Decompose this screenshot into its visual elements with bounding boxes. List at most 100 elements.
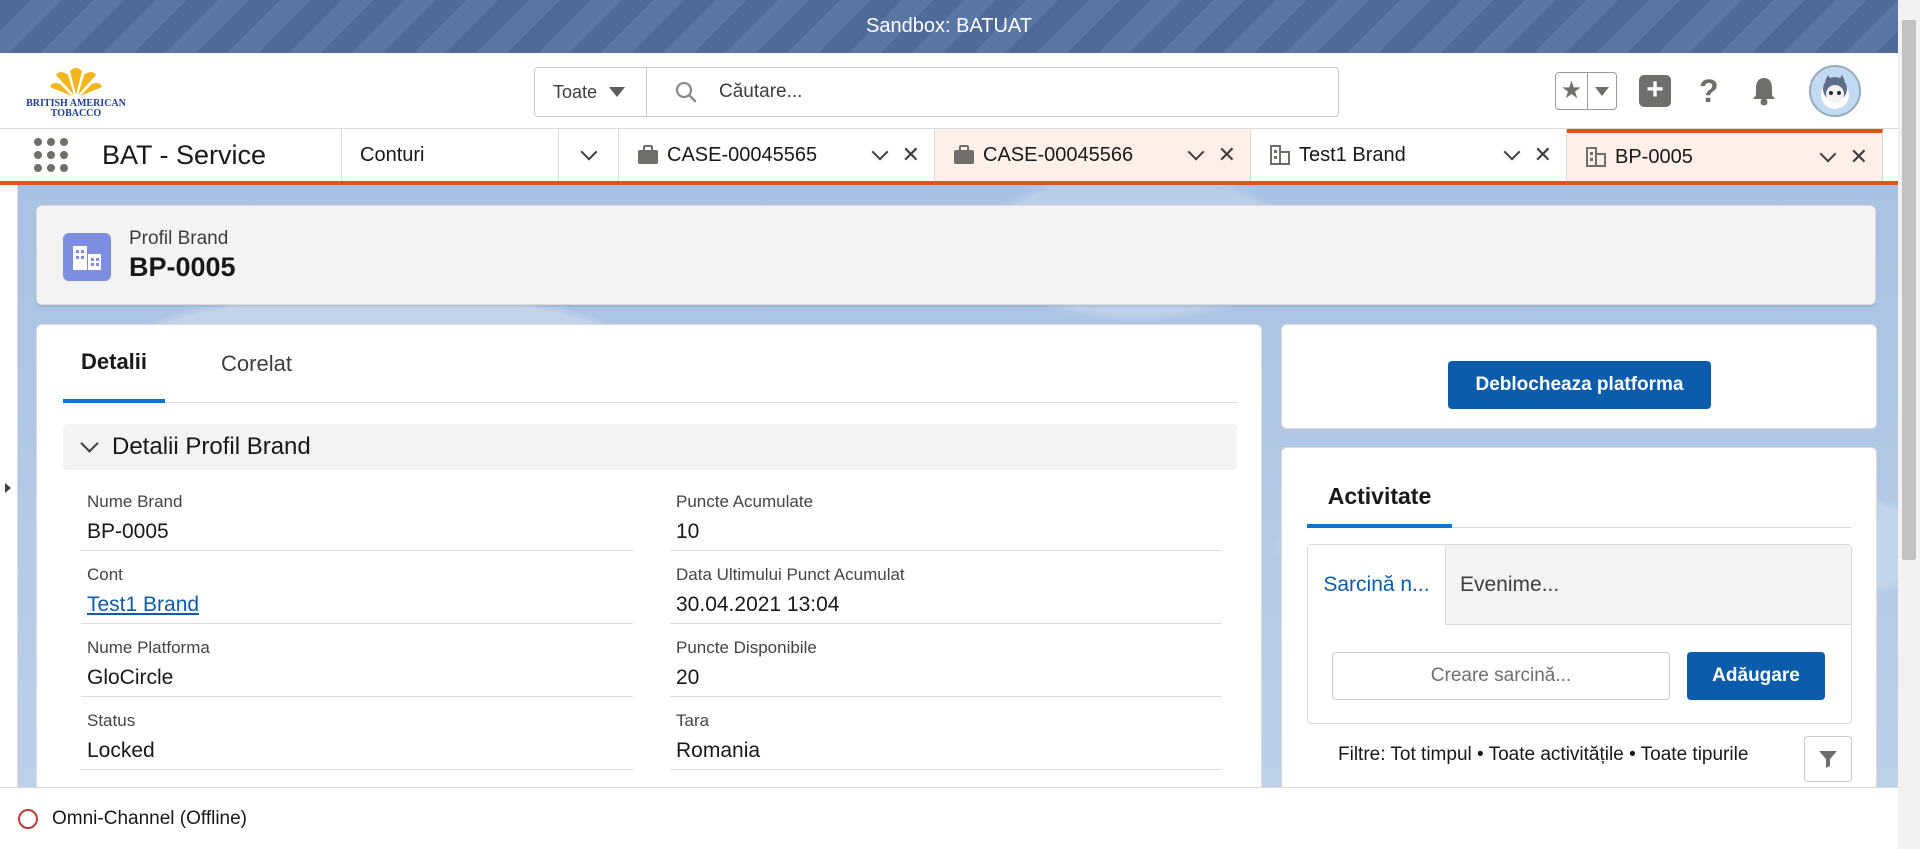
scrollbar-thumb[interactable]	[1902, 20, 1916, 560]
tab-label: CASE-00045566	[983, 143, 1134, 166]
field-cont: Cont Test1 Brand	[81, 552, 633, 624]
field-nume-platforma: Nume Platforma GloCircle	[81, 625, 633, 697]
field-label: Status	[87, 711, 136, 730]
omni-channel-label[interactable]: Omni-Channel (Offline)	[52, 808, 247, 830]
utility-bar: Omni-Channel (Offline)	[0, 787, 1898, 849]
chevron-down-icon[interactable]	[1503, 143, 1521, 161]
create-task-input[interactable]: Creare sarcină...	[1332, 652, 1670, 700]
chevron-down-icon	[580, 143, 597, 161]
offline-status-icon	[18, 808, 38, 829]
field-label: Tara	[676, 711, 710, 730]
page-scrollbar[interactable]	[1898, 0, 1920, 849]
activity-composer: Sarcină n... Evenime... Creare sarcină..…	[1307, 544, 1852, 724]
field-label: Puncte Acumulate	[676, 492, 814, 511]
company-logo[interactable]: BRITISH AMERICAN TOBACCO	[26, 63, 126, 119]
tab-new-task[interactable]: Sarcină n...	[1308, 545, 1446, 625]
brand-profile-icon	[63, 233, 111, 281]
field-label: Nume Platforma	[87, 638, 210, 657]
workspace-tab-test1-brand[interactable]: Test1 Brand ✕	[1251, 129, 1567, 181]
favorites-dropdown[interactable]	[1588, 86, 1616, 96]
chevron-down-icon[interactable]	[1819, 145, 1837, 163]
detail-tabs: Detalii Corelat	[63, 325, 1238, 403]
building-icon	[73, 246, 101, 270]
field-puncte-disponibile: Puncte Disponibile 20	[670, 625, 1222, 697]
search-input[interactable]: Căutare...	[647, 68, 1338, 116]
field-label: Nume Brand	[87, 492, 183, 511]
section-header[interactable]: Detalii Profil Brand	[63, 424, 1237, 470]
workspace-tab-case-2[interactable]: CASE-00045566 ✕	[935, 129, 1251, 181]
field-puncte-acumulate: Puncte Acumulate 10	[670, 479, 1222, 551]
nav-menu-dropdown[interactable]	[559, 129, 619, 181]
tab-new-event[interactable]: Evenime...	[1446, 545, 1851, 625]
field-value: 20	[676, 666, 700, 689]
field-value: 30.04.2021 13:04	[676, 593, 840, 616]
tab-activitate[interactable]: Activitate	[1307, 468, 1452, 528]
unlock-platform-button[interactable]: Deblocheaza platforma	[1448, 361, 1711, 409]
user-avatar[interactable]	[1808, 65, 1861, 117]
details-card: Detalii Corelat Detalii Profil Brand Num…	[36, 324, 1262, 794]
favorites-button[interactable]: ★	[1555, 72, 1617, 110]
building-icon	[1270, 145, 1290, 165]
close-icon[interactable]: ✕	[1534, 144, 1552, 166]
notifications-bell-icon[interactable]	[1749, 75, 1779, 107]
global-header: BRITISH AMERICAN TOBACCO Toate Căutare..…	[0, 53, 1898, 129]
expand-arrow-icon[interactable]	[5, 483, 11, 493]
field-label: Puncte Disponibile	[676, 638, 817, 657]
activity-card: Activitate Sarcină n... Evenime... Crear…	[1281, 447, 1877, 797]
sandbox-banner: Sandbox: BATUAT	[0, 0, 1898, 53]
workspace-tab-bar: BAT - Service Conturi CASE-00045565 ✕ CA…	[0, 129, 1898, 185]
field-value: Romania	[676, 739, 761, 762]
star-icon[interactable]: ★	[1556, 73, 1588, 109]
composer-tabs: Sarcină n... Evenime...	[1308, 545, 1851, 625]
header-actions: ★ + ?	[1555, 53, 1861, 129]
chevron-down-icon	[80, 433, 99, 453]
search-scope-label: Toate	[553, 81, 598, 102]
tab-detalii[interactable]: Detalii	[63, 325, 166, 403]
global-actions-plus-icon[interactable]: +	[1639, 75, 1671, 107]
actions-card: Deblocheaza platforma	[1281, 324, 1877, 429]
section-title: Detalii Profil Brand	[112, 433, 311, 460]
field-value: 10	[676, 520, 700, 543]
caret-down-icon	[609, 87, 626, 97]
search-scope-dropdown[interactable]: Toate	[535, 68, 647, 116]
record-header: Profil Brand BP-0005	[36, 205, 1876, 305]
field-value: Locked	[87, 739, 155, 762]
briefcase-icon	[954, 145, 974, 164]
help-icon[interactable]: ?	[1699, 73, 1719, 110]
sandbox-label: Sandbox: BATUAT	[866, 15, 1032, 37]
nav-item-label: Conturi	[360, 143, 425, 166]
caret-down-icon	[1595, 86, 1609, 96]
waffle-icon	[34, 138, 68, 172]
close-icon[interactable]: ✕	[1850, 146, 1868, 168]
app-launcher[interactable]	[0, 129, 102, 181]
global-search: Toate Căutare...	[534, 67, 1339, 117]
workspace-tab-case-1[interactable]: CASE-00045565 ✕	[619, 129, 935, 181]
field-tara: Tara Romania	[670, 698, 1222, 770]
chevron-down-icon[interactable]	[1187, 143, 1205, 161]
tab-label: BP-0005	[1615, 145, 1693, 168]
field-data-ultimului-punct: Data Ultimului Punct Acumulat 30.04.2021…	[670, 552, 1222, 624]
search-icon	[675, 81, 697, 103]
field-status: Status Locked	[81, 698, 633, 770]
building-icon	[1586, 147, 1606, 167]
filter-icon	[1819, 751, 1837, 768]
bat-leaf-icon	[50, 68, 102, 96]
tab-label: Test1 Brand	[1299, 143, 1406, 166]
field-nume-brand: Nume Brand BP-0005	[81, 479, 633, 551]
field-value: GloCircle	[87, 666, 174, 689]
add-button[interactable]: Adăugare	[1687, 652, 1825, 700]
utility-left-rail[interactable]	[0, 185, 18, 787]
astro-avatar-icon	[1820, 75, 1849, 109]
field-label: Cont	[87, 565, 123, 584]
nav-item-conturi[interactable]: Conturi	[342, 129, 559, 181]
close-icon[interactable]: ✕	[1218, 144, 1236, 166]
account-link[interactable]: Test1 Brand	[87, 593, 199, 617]
close-icon[interactable]: ✕	[902, 144, 920, 166]
workspace-tab-bp-0005[interactable]: BP-0005 ✕	[1567, 129, 1883, 181]
filter-button[interactable]	[1804, 736, 1852, 782]
record-type-label: Profil Brand	[129, 228, 229, 249]
field-value: BP-0005	[87, 520, 169, 543]
chevron-down-icon[interactable]	[871, 143, 889, 161]
tab-corelat[interactable]: Corelat	[203, 325, 310, 403]
tab-label: CASE-00045565	[667, 143, 818, 166]
